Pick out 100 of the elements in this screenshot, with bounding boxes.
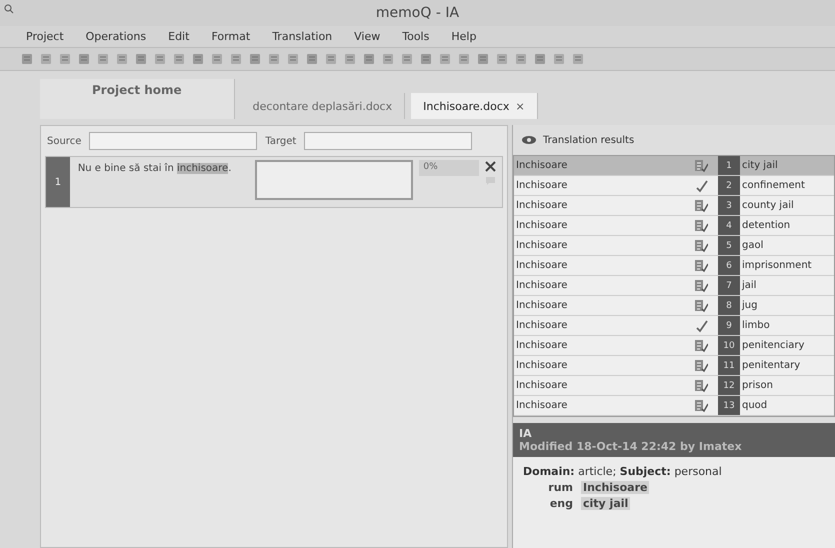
document-tab[interactable]: decontare deplasări.docx <box>240 93 406 119</box>
toolbar-icon[interactable] <box>286 52 300 66</box>
result-number: 7 <box>718 276 740 295</box>
menu-item[interactable]: Project <box>26 30 64 43</box>
entry-icon <box>694 398 708 412</box>
panel-title: Translation results <box>543 134 634 146</box>
close-icon[interactable] <box>485 161 496 172</box>
menu-item[interactable]: View <box>354 30 380 43</box>
result-source: Inchisoare <box>515 360 568 371</box>
eye-icon[interactable] <box>521 135 537 145</box>
result-row[interactable]: Inchisoare 6 imprisonment <box>514 256 834 276</box>
result-row[interactable]: Inchisoare 2 confinement <box>514 176 834 196</box>
toolbar-icon[interactable] <box>96 52 110 66</box>
result-target: detention <box>741 220 792 231</box>
result-row[interactable]: Inchisoare 9 limbo <box>514 316 834 336</box>
result-number: 8 <box>718 296 740 315</box>
toolbar-icon[interactable] <box>495 52 509 66</box>
result-row[interactable]: Inchisoare 8 jug <box>514 296 834 316</box>
document-tab[interactable]: Inchisoare.docx × <box>411 93 538 119</box>
document-tab[interactable]: Project home <box>40 79 235 119</box>
toolbar-icon[interactable] <box>20 52 34 66</box>
result-number: 4 <box>718 216 740 235</box>
toolbar-icon[interactable] <box>210 52 224 66</box>
result-source: Inchisoare <box>515 380 568 391</box>
result-target: penitentary <box>741 360 802 371</box>
result-source: Inchisoare <box>515 240 568 251</box>
toolbar-icon[interactable] <box>115 52 129 66</box>
result-row[interactable]: Inchisoare 1 city jail <box>514 156 834 176</box>
toolbar-icon[interactable] <box>438 52 452 66</box>
result-row[interactable]: Inchisoare 10 penitenciary <box>514 336 834 356</box>
menu-item[interactable]: Translation <box>272 30 332 43</box>
result-row[interactable]: Inchisoare 13 quod <box>514 396 834 416</box>
toolbar-icon[interactable] <box>362 52 376 66</box>
result-source: Inchisoare <box>515 340 568 351</box>
menu-item[interactable]: Edit <box>168 30 190 43</box>
result-target: county jail <box>741 200 795 211</box>
entry-icon <box>694 298 708 312</box>
toolbar-icon[interactable] <box>267 52 281 66</box>
result-row[interactable]: Inchisoare 12 prison <box>514 376 834 396</box>
entry-icon <box>694 258 708 272</box>
toolbar-icon[interactable] <box>457 52 471 66</box>
toolbar-icon[interactable] <box>400 52 414 66</box>
entry-icon <box>694 378 708 392</box>
result-source: Inchisoare <box>515 300 568 311</box>
entry-icon <box>694 158 708 172</box>
entry-icon <box>694 358 708 372</box>
result-target: limbo <box>741 320 771 331</box>
result-number: 10 <box>718 336 740 355</box>
toolbar-icon[interactable] <box>77 52 91 66</box>
result-target: confinement <box>741 180 806 191</box>
result-row[interactable]: Inchisoare 11 penitentary <box>514 356 834 376</box>
close-icon[interactable]: × <box>515 100 525 112</box>
menu-item[interactable]: Operations <box>86 30 146 43</box>
term-text: city jail <box>581 497 630 510</box>
modified-text: Modified 18-Oct-14 22:42 by Imatex <box>519 440 743 453</box>
result-number: 9 <box>718 316 740 335</box>
result-target: city jail <box>741 160 779 171</box>
toolbar-icon[interactable] <box>476 52 490 66</box>
toolbar-icon[interactable] <box>552 52 566 66</box>
result-row[interactable]: Inchisoare 3 county jail <box>514 196 834 216</box>
toolbar-icon[interactable] <box>39 52 53 66</box>
result-number: 2 <box>718 176 740 195</box>
result-source: Inchisoare <box>515 400 568 411</box>
toolbar-icon[interactable] <box>248 52 262 66</box>
result-source: Inchisoare <box>515 180 568 191</box>
result-target: prison <box>741 380 774 391</box>
toolbar-icon[interactable] <box>419 52 433 66</box>
menu-item[interactable]: Tools <box>402 30 430 43</box>
toolbar-icon[interactable] <box>172 52 186 66</box>
result-row[interactable]: Inchisoare 5 gaol <box>514 236 834 256</box>
toolbar-icon[interactable] <box>533 52 547 66</box>
target-field[interactable] <box>254 160 414 200</box>
segment-number[interactable]: 1 <box>46 157 70 207</box>
toolbar-icon[interactable] <box>324 52 338 66</box>
result-target: jug <box>740 300 758 311</box>
result-source: Inchisoare <box>515 220 568 231</box>
result-target: jail <box>740 280 758 291</box>
result-target: quod <box>741 400 768 411</box>
result-row[interactable]: Inchisoare 4 detention <box>514 216 834 236</box>
source-filter-field[interactable] <box>89 132 258 150</box>
toolbar-icon[interactable] <box>381 52 395 66</box>
search-icon[interactable] <box>4 4 14 14</box>
result-number: 5 <box>718 236 740 255</box>
menu-item[interactable]: Format <box>211 30 250 43</box>
result-row[interactable]: Inchisoare 7 jail <box>514 276 834 296</box>
entry-icon <box>694 278 708 292</box>
toolbar-icon[interactable] <box>134 52 148 66</box>
toolbar-icon[interactable] <box>229 52 243 66</box>
toolbar-icon[interactable] <box>153 52 167 66</box>
toolbar-icon[interactable] <box>343 52 357 66</box>
entry-icon <box>694 198 708 212</box>
toolbar-icon[interactable] <box>191 52 205 66</box>
term-text: Inchisoare <box>581 481 650 494</box>
target-filter-field[interactable] <box>304 132 472 150</box>
menu-item[interactable]: Help <box>451 30 476 43</box>
toolbar-icon[interactable] <box>571 52 585 66</box>
toolbar-icon[interactable] <box>305 52 319 66</box>
toolbar-icon[interactable] <box>58 52 72 66</box>
language-code: rum <box>547 481 573 494</box>
toolbar-icon[interactable] <box>514 52 528 66</box>
